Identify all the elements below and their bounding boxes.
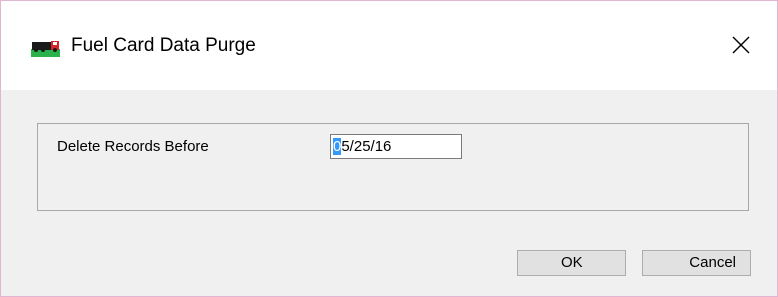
close-button[interactable] — [721, 27, 761, 67]
window-title: Fuel Card Data Purge — [71, 35, 256, 56]
truck-app-icon — [31, 37, 60, 57]
cancel-button-label: Cancel — [689, 254, 736, 271]
delete-records-before-label: Delete Records Before — [57, 138, 209, 155]
date-field[interactable]: 05/25/16 — [330, 134, 462, 159]
close-icon — [732, 36, 750, 59]
title-bar: Fuel Card Data Purge — [1, 1, 777, 90]
date-field-value: 5/25/16 — [341, 138, 392, 155]
cancel-button[interactable]: Cancel — [642, 250, 751, 276]
ok-button[interactable]: OK — [517, 250, 626, 276]
ok-button-label: OK — [561, 254, 583, 271]
dialog-window: Fuel Card Data Purge Delete Records Befo… — [0, 0, 778, 297]
